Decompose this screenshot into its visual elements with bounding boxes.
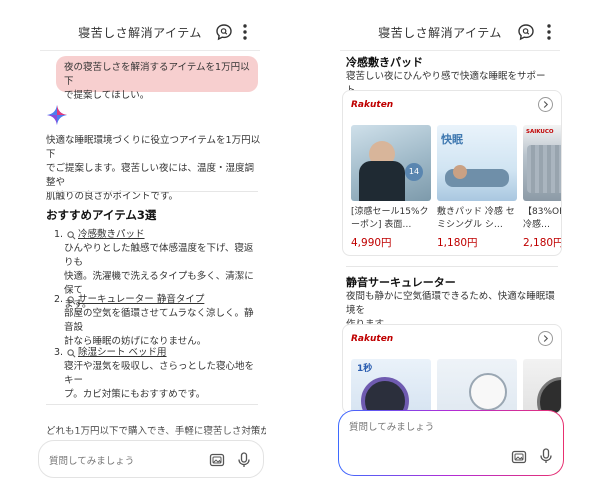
prompt-input[interactable]: 質問してみましょう bbox=[38, 440, 264, 478]
item-number: 3. bbox=[54, 347, 64, 358]
user-message: 夜の寝苦しさを解消するアイテムを1万円以下 で提案してほしい。 bbox=[56, 56, 258, 101]
item-number: 2. bbox=[54, 294, 64, 305]
item-search-link[interactable]: 冷感敷きパッド bbox=[78, 228, 145, 242]
section-title: おすすめアイテム3選 bbox=[46, 208, 157, 222]
item-search-link[interactable]: サーキュレーター 静音タイプ bbox=[78, 293, 204, 307]
conversation-title: 寝苦しさ解消アイテム bbox=[378, 26, 502, 40]
search-icon bbox=[67, 295, 76, 304]
product-image: SAIKUCO bbox=[523, 125, 561, 201]
top-bar: 寝苦しさ解消アイテム bbox=[0, 0, 300, 56]
list-item: 3. 除湿シート ベッド用 寝汗や湿気を吸収し、さらっとした寝心地をキー プ。カ… bbox=[54, 346, 260, 402]
header-divider bbox=[40, 50, 260, 51]
product-card[interactable]: 快眠 敷きパッド 冷感 セミシングル シ… 1,180円 bbox=[437, 125, 517, 250]
intro-line: 肌触りの良さがポイントです。 bbox=[46, 191, 179, 202]
item-desc-line: 寝汗や湿気を吸収し、さらっとした寝心地をキー bbox=[64, 361, 255, 386]
response-intro: 快適な睡眠環境づくりに役立つアイテムを1万円以下 でご提案します。寝苦しい夜には… bbox=[46, 134, 262, 204]
chat-search-icon[interactable] bbox=[214, 22, 234, 42]
product-card[interactable]: 14 [涼感セール15%クーポン] 表面… 4,990円 bbox=[351, 125, 431, 250]
product-card[interactable] bbox=[523, 359, 561, 413]
chevron-right-icon[interactable] bbox=[538, 331, 553, 346]
prompt-input-focused[interactable]: 質問してみましょう bbox=[338, 410, 564, 476]
section-divider bbox=[46, 404, 258, 405]
item-number: 1. bbox=[54, 229, 64, 240]
product-section-title: 静音サーキュレーター bbox=[346, 276, 456, 289]
product-card[interactable] bbox=[437, 359, 517, 413]
product-image: 1秒 bbox=[351, 359, 431, 413]
user-message-line: で提案してほしい。 bbox=[64, 90, 150, 101]
section-divider bbox=[346, 266, 558, 267]
desc-line: 夜間も静かに空気循環できるため、快適な睡眠環境を bbox=[346, 291, 555, 316]
product-badge: 14 bbox=[405, 163, 423, 181]
product-name: 敷きパッド 冷感 セミシングル シ… bbox=[437, 207, 515, 230]
item-search-link[interactable]: 除湿シート ベッド用 bbox=[78, 346, 167, 360]
product-price: 4,990円 bbox=[351, 237, 392, 249]
microphone-icon[interactable] bbox=[237, 452, 251, 468]
chat-screen-right: 寝苦しさ解消アイテム 冷感敷きパッド 寝苦しい夜にひんやり感で快適な睡眠をサポー… bbox=[300, 0, 600, 504]
prompt-placeholder: 質問してみましょう bbox=[49, 456, 135, 467]
product-badge: SAIKUCO bbox=[526, 129, 554, 135]
more-vert-icon[interactable] bbox=[542, 22, 556, 42]
shopping-carousel: Rakuten 14 [涼感セール15%クーポン] 表面… 4,990円 快眠 … bbox=[342, 90, 562, 256]
rakuten-logo: Rakuten bbox=[351, 100, 394, 110]
product-name: 【83%OFF 円~】冷感… bbox=[523, 207, 561, 230]
prompt-placeholder: 質問してみましょう bbox=[349, 422, 435, 433]
image-upload-icon[interactable] bbox=[209, 452, 225, 468]
chevron-right-icon[interactable] bbox=[538, 97, 553, 112]
section-divider bbox=[46, 191, 258, 192]
product-badge: 快眠 bbox=[441, 133, 463, 146]
item-desc-line: プ。カビ対策にもおすすめです。 bbox=[64, 389, 206, 400]
product-name: [涼感セール15%クーポン] 表面… bbox=[351, 207, 429, 230]
user-message-line: 夜の寝苦しさを解消するアイテムを1万円以下 bbox=[64, 62, 250, 87]
chat-screen-left: 寝苦しさ解消アイテム 夜の寝苦しさを解消するアイテムを1万円以下 で提案してほし… bbox=[0, 0, 300, 504]
header-divider bbox=[340, 50, 560, 51]
more-vert-icon[interactable] bbox=[238, 22, 252, 42]
item-desc-line: ひんやりとした触感で体感温度を下げ、寝返りも bbox=[64, 243, 254, 268]
product-badge: 1秒 bbox=[357, 364, 373, 374]
product-price: 1,180円 bbox=[437, 237, 478, 249]
product-section-title: 冷感敷きパッド bbox=[346, 56, 423, 69]
search-icon bbox=[67, 348, 76, 357]
product-price: 2,180円 bbox=[523, 237, 562, 249]
product-image bbox=[437, 359, 517, 413]
microphone-icon[interactable] bbox=[539, 448, 553, 464]
product-card[interactable]: SAIKUCO 【83%OFF 円~】冷感… 2,180円 bbox=[523, 125, 562, 250]
product-image: 14 bbox=[351, 125, 431, 201]
shopping-carousel: Rakuten 1秒 bbox=[342, 324, 562, 414]
response-closing: どれも1万円以下で購入でき、手軽に寝苦しさ対策が bbox=[46, 426, 266, 437]
list-item: 2. サーキュレーター 静音タイプ 部屋の空気を循環させてムラなく涼しく。静音設… bbox=[54, 293, 260, 349]
image-upload-icon[interactable] bbox=[511, 449, 527, 465]
product-image: 快眠 bbox=[437, 125, 517, 201]
rakuten-logo: Rakuten bbox=[351, 334, 394, 344]
intro-line: 快適な睡眠環境づくりに役立つアイテムを1万円以下 bbox=[46, 135, 261, 160]
product-image bbox=[523, 359, 561, 413]
top-bar: 寝苦しさ解消アイテム bbox=[300, 0, 600, 56]
product-card[interactable]: 1秒 bbox=[351, 359, 431, 413]
item-desc-line: 部屋の空気を循環させてムラなく涼しく。静音設 bbox=[64, 308, 254, 333]
intro-line: でご提案します。寝苦しい夜には、温度・湿度調整や bbox=[46, 163, 255, 188]
search-icon bbox=[67, 230, 76, 239]
gemini-sparkle-icon bbox=[47, 105, 67, 125]
chat-search-icon[interactable] bbox=[516, 22, 536, 42]
